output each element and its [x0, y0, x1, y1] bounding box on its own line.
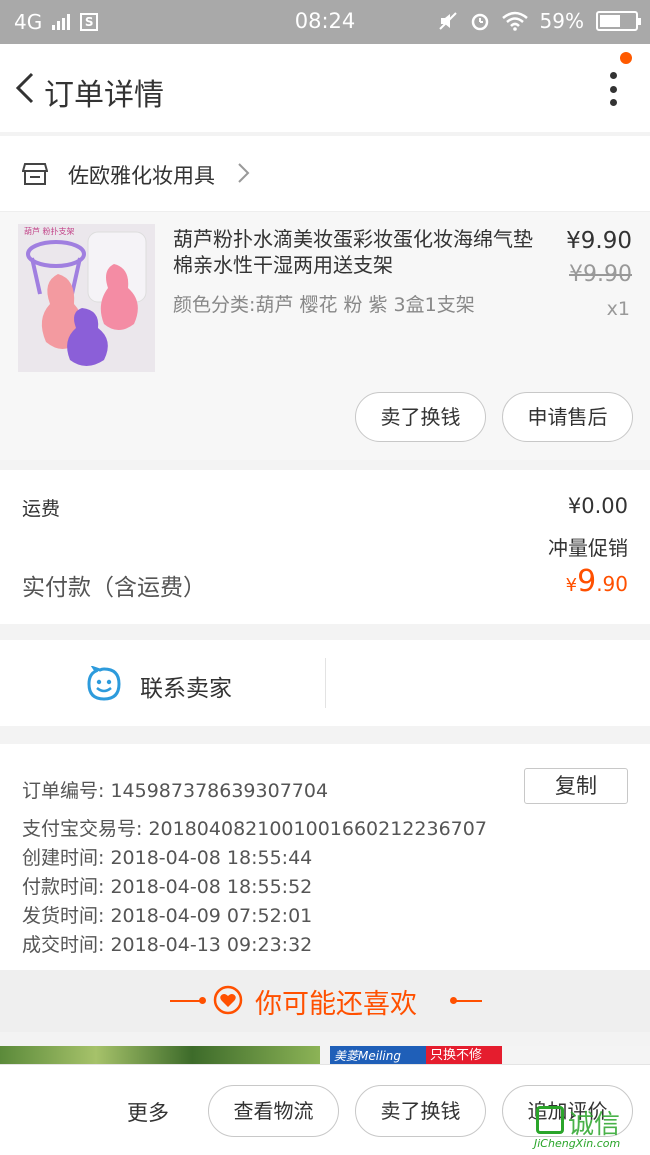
recommend-ad-image[interactable]: 美菱Meiling 只换不修 — [330, 1046, 650, 1066]
shop-icon — [22, 163, 48, 185]
paid-currency: ¥ — [565, 575, 578, 596]
view-logistics-button[interactable]: 查看物流 — [208, 1085, 339, 1137]
shop-row[interactable]: 佐欧雅化妆用具 — [0, 136, 650, 212]
order-number: 145987378639307704 — [110, 780, 329, 802]
item-price: ¥9.90 — [566, 228, 632, 254]
alipay-number: 2018040821001001660212236707 — [148, 818, 487, 840]
chevron-right-icon — [238, 163, 250, 183]
order-item[interactable]: 葫芦 粉扑支架 葫芦粉扑水滴美妆蛋彩妆蛋化妆海绵气垫棉亲水性干湿两用送支架 颜色… — [0, 212, 650, 460]
recommend-title: 你可能还喜欢 — [255, 989, 417, 1020]
after-sale-button[interactable]: 申请售后 — [502, 392, 633, 442]
paid-label: 实付款（含运费） — [22, 575, 206, 601]
shop-name: 佐欧雅化妆用具 — [68, 164, 215, 188]
recommend-product-image[interactable] — [0, 1046, 320, 1066]
fee-summary: 运费 ¥0.00 冲量促销 实付款（含运费） ¥9.90 — [0, 470, 650, 624]
paid-integer: 9 — [577, 564, 597, 599]
paid-row: 付款时间: 2018-04-08 18:55:52 — [22, 876, 313, 898]
order-info: 订单编号: 145987378639307704 复制 支付宝交易号: 2018… — [0, 744, 650, 970]
divider — [325, 658, 326, 708]
brand-logo: 美菱Meiling — [330, 1046, 426, 1066]
alipay-row: 支付宝交易号: 2018040821001001660212236707 — [22, 818, 487, 840]
watermark-logo — [536, 1106, 564, 1134]
page-title: 订单详情 — [44, 78, 164, 113]
watermark-url: JiChengXin.com — [534, 1137, 621, 1150]
notification-dot — [620, 52, 632, 64]
created-row: 创建时间: 2018-04-08 18:55:44 — [22, 847, 313, 869]
recommend-strip: 美菱Meiling 只换不修 — [0, 1046, 650, 1066]
paid-amount: ¥9.90 — [566, 564, 628, 599]
copy-button[interactable]: 复制 — [524, 768, 628, 804]
status-right: 59% — [438, 9, 641, 33]
decor-line — [452, 1000, 482, 1002]
watermark: 诚信 JiChengXin.com — [534, 1104, 650, 1155]
shipping-value: ¥0.00 — [567, 494, 628, 518]
created-time: 2018-04-08 18:55:44 — [110, 847, 313, 869]
completed-row: 成交时间: 2018-04-13 09:23:32 — [22, 934, 313, 956]
promotion-label: 冲量促销 — [548, 536, 628, 560]
decor-dot — [199, 997, 206, 1004]
decor-line — [170, 1000, 200, 1002]
nav-bar: 订单详情 — [0, 44, 650, 132]
item-quantity: x1 — [606, 298, 630, 320]
shipping-label: 运费 — [22, 498, 61, 520]
paid-decimal: .90 — [596, 572, 628, 596]
resell-button-bottom[interactable]: 卖了换钱 — [355, 1085, 486, 1137]
paid-time: 2018-04-08 18:55:52 — [110, 876, 313, 898]
resell-button[interactable]: 卖了换钱 — [355, 392, 486, 442]
more-button[interactable]: 更多 — [127, 1097, 169, 1127]
item-sku: 颜色分类:葫芦 樱花 粉 紫 3盒1支架 — [173, 294, 475, 316]
shipped-row: 发货时间: 2018-04-09 07:52:01 — [22, 905, 313, 927]
thumbnail-caption: 葫芦 粉扑支架 — [24, 226, 75, 236]
battery-icon — [596, 11, 641, 31]
item-title[interactable]: 葫芦粉扑水滴美妆蛋彩妆蛋化妆海绵气垫棉亲水性干湿两用送支架 — [173, 226, 548, 278]
recommend-banner: 你可能还喜欢 — [0, 970, 650, 1032]
battery-percent: 59% — [539, 9, 584, 33]
alarm-icon — [471, 13, 488, 31]
wifi-icon — [501, 11, 528, 31]
shipped-time: 2018-04-09 07:52:01 — [110, 905, 313, 927]
heart-icon — [213, 985, 243, 1015]
product-thumbnail[interactable]: 葫芦 粉扑支架 — [18, 224, 155, 372]
completed-time: 2018-04-13 09:23:32 — [110, 934, 313, 956]
status-bar: 4G S 08:24 59% — [0, 0, 650, 44]
item-original-price: ¥9.90 — [569, 262, 632, 287]
order-number-row: 订单编号: 145987378639307704 — [22, 780, 329, 802]
ad-tag: 只换不修 — [426, 1046, 502, 1066]
back-icon[interactable] — [14, 72, 36, 104]
contact-bar: 联系卖家 — [0, 640, 650, 726]
chat-bubble-icon[interactable] — [86, 666, 122, 702]
mute-icon — [438, 12, 457, 30]
battery-level — [600, 15, 620, 27]
contact-seller-button[interactable]: 联系卖家 — [140, 669, 232, 703]
more-menu-icon[interactable] — [608, 72, 618, 106]
watermark-text: 诚信 — [568, 1110, 621, 1140]
